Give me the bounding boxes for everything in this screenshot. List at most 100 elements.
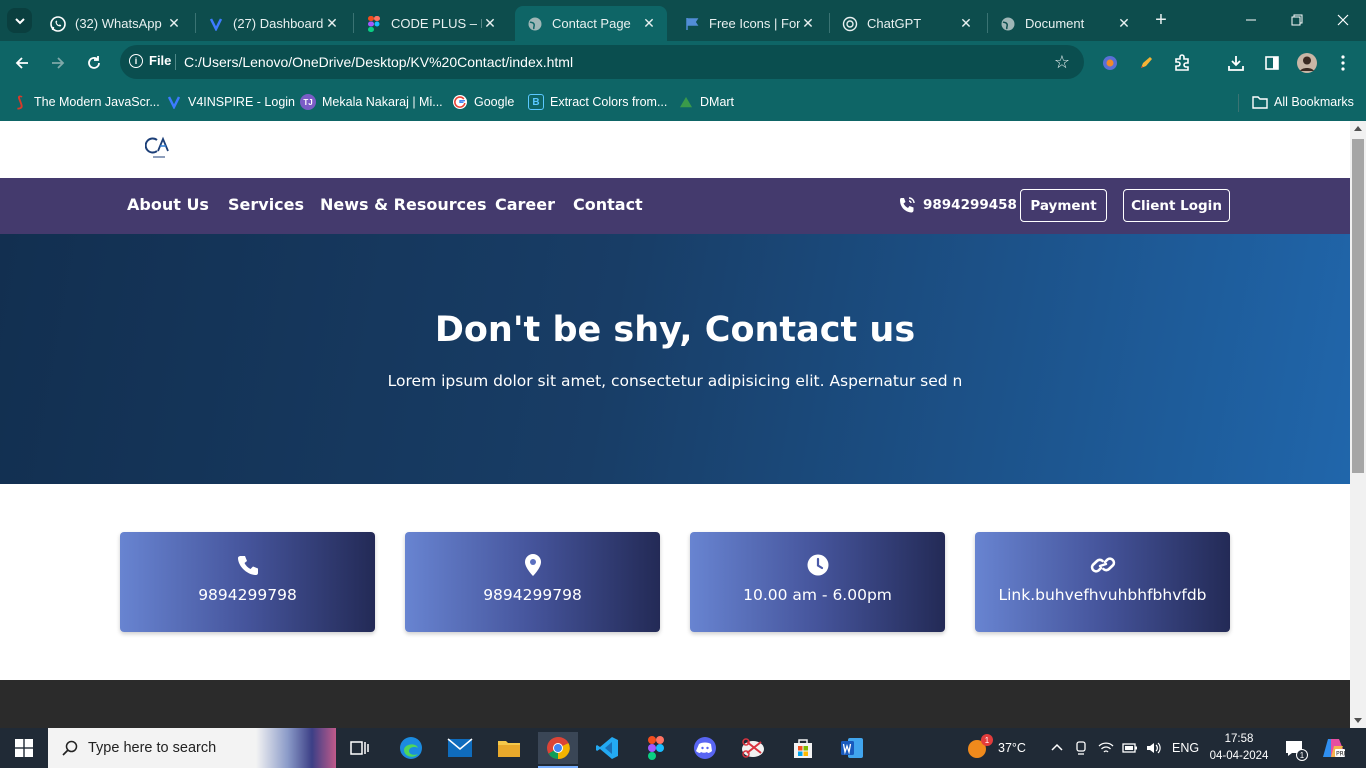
nav-link-services[interactable]: Services	[228, 195, 304, 214]
profile-icon: TJ	[300, 94, 316, 110]
profile-button[interactable]	[1295, 51, 1319, 75]
address-bar[interactable]: i File C:/Users/Lenovo/OneDrive/Desktop/…	[120, 45, 1084, 79]
reload-icon	[88, 56, 100, 69]
start-button[interactable]	[0, 728, 48, 768]
minimize-button[interactable]	[1236, 8, 1266, 32]
bookmark-item[interactable]: ⛰ DMart	[678, 92, 734, 112]
menu-button[interactable]	[1331, 51, 1355, 75]
plus-icon: +	[1155, 8, 1167, 31]
ca-india-logo[interactable]	[145, 136, 173, 160]
system-clock[interactable]: 17:58 04-04-2024	[1204, 731, 1274, 765]
extensions-button[interactable]	[1170, 51, 1194, 75]
clock-icon	[807, 554, 828, 576]
close-window-button[interactable]	[1328, 8, 1358, 32]
tab-chatgpt[interactable]: ChatGPT ✕	[830, 6, 984, 41]
back-button[interactable]	[10, 51, 34, 75]
tab-free-icons[interactable]: Free Icons | Font ✕	[672, 6, 826, 41]
close-icon[interactable]: ✕	[482, 15, 498, 32]
restore-button[interactable]	[1282, 8, 1312, 32]
tab-figma[interactable]: CODE PLUS – Fig ✕	[354, 6, 508, 41]
pen-extension-button[interactable]	[1134, 51, 1158, 75]
contact-card-text: Link.buhvefhvuhbhfbhvfdb	[998, 586, 1207, 604]
nav-link-career[interactable]: Career	[495, 195, 555, 214]
nav-link-about-us[interactable]: About Us	[127, 195, 209, 214]
tab-whatsapp[interactable]: (32) WhatsApp ✕	[38, 6, 192, 41]
chevron-up-icon[interactable]	[1050, 741, 1064, 755]
close-icon[interactable]: ✕	[800, 15, 816, 32]
link-icon	[1090, 557, 1115, 573]
figma-icon	[648, 736, 664, 760]
site-info-button[interactable]: i File	[129, 53, 171, 68]
camera-icon[interactable]	[1074, 741, 1088, 755]
scroll-up-arrow-icon[interactable]	[1354, 126, 1362, 131]
taskbar-word[interactable]	[832, 732, 872, 764]
taskbar-search-box[interactable]: Type here to search	[48, 728, 336, 768]
task-view-button[interactable]	[340, 732, 380, 764]
contact-card-text: 10.00 am - 6.00pm	[743, 586, 892, 604]
client-login-button[interactable]: Client Login	[1123, 189, 1230, 222]
taskbar-vscode[interactable]	[587, 732, 627, 764]
url-text[interactable]: C:/Users/Lenovo/OneDrive/Desktop/KV%20Co…	[184, 54, 573, 70]
tab-search-button[interactable]	[7, 8, 32, 33]
volume-icon[interactable]	[1146, 741, 1162, 755]
taskbar-file-explorer[interactable]	[489, 732, 529, 764]
bookmark-item[interactable]: V4INSPIRE - Login	[166, 92, 295, 112]
nav-phone-number: 9894299458	[923, 197, 1017, 213]
nav-phone[interactable]: 9894299458	[898, 196, 1017, 214]
new-tab-button[interactable]: +	[1150, 9, 1172, 31]
copilot-button[interactable]: PRE	[1321, 728, 1345, 768]
tab-document[interactable]: Document ✕	[988, 6, 1142, 41]
phone-volume-icon	[900, 197, 915, 213]
download-icon	[1228, 56, 1244, 71]
bookmark-label: Extract Colors from...	[550, 95, 668, 109]
google-icon	[452, 94, 468, 110]
page-scrollbar[interactable]	[1350, 121, 1366, 728]
close-icon[interactable]: ✕	[166, 15, 182, 32]
close-icon[interactable]: ✕	[641, 15, 657, 32]
all-bookmarks-button[interactable]: All Bookmarks	[1252, 92, 1354, 112]
bookmarks-bar: ⟆ The Modern JavaScr... V4INSPIRE - Logi…	[0, 84, 1366, 121]
taskbar-edge[interactable]	[391, 732, 431, 764]
nav-link-contact[interactable]: Contact	[573, 195, 643, 214]
notification-count: 1	[1296, 749, 1308, 761]
notification-center-button[interactable]: 1	[1284, 728, 1308, 768]
taskbar-microsoft-store[interactable]	[783, 732, 823, 764]
language-indicator[interactable]: ENG	[1172, 741, 1199, 755]
contact-card-hours[interactable]: 10.00 am - 6.00pm	[690, 532, 945, 632]
main-navbar: About Us Services News & Resources Caree…	[0, 178, 1350, 234]
contact-card-location[interactable]: 9894299798	[405, 532, 660, 632]
extension-button[interactable]	[1098, 51, 1122, 75]
taskbar-mail[interactable]	[440, 732, 480, 764]
forward-button[interactable]	[46, 51, 70, 75]
bookmark-star-icon[interactable]: ☆	[1054, 52, 1070, 73]
tab-contact-page[interactable]: Contact Page ✕	[515, 6, 667, 41]
payment-button[interactable]: Payment	[1020, 189, 1107, 222]
tab-dashboard[interactable]: (27) Dashboard ✕	[196, 6, 350, 41]
taskbar-chrome[interactable]	[538, 732, 578, 768]
weather-widget[interactable]: 1 37°C	[966, 728, 1026, 768]
close-icon[interactable]: ✕	[1116, 15, 1132, 32]
contact-card-link[interactable]: Link.buhvefhvuhbhfbhvfdb	[975, 532, 1230, 632]
downloads-button[interactable]	[1224, 51, 1248, 75]
wifi-icon[interactable]	[1098, 741, 1114, 755]
bookmark-item[interactable]: Google	[452, 92, 514, 112]
folder-icon	[498, 741, 520, 757]
reload-button[interactable]	[82, 51, 106, 75]
close-icon[interactable]: ✕	[324, 15, 340, 32]
taskbar-figma[interactable]	[636, 732, 676, 764]
battery-icon[interactable]	[1122, 741, 1138, 755]
nav-link-news-resources[interactable]: News & Resources	[320, 195, 486, 214]
taskbar-discord[interactable]	[685, 732, 725, 764]
contact-card-phone[interactable]: 9894299798	[120, 532, 375, 632]
bookmark-item[interactable]: ⟆ The Modern JavaScr...	[12, 92, 160, 112]
bookmark-item[interactable]: B Extract Colors from...	[528, 92, 667, 112]
globe-icon	[527, 16, 543, 32]
taskbar-snipping-tool[interactable]	[734, 732, 774, 764]
bookmark-item[interactable]: TJ Mekala Nakaraj | Mi...	[300, 92, 443, 112]
close-icon[interactable]: ✕	[958, 15, 974, 32]
scrollbar-thumb[interactable]	[1352, 139, 1364, 473]
puzzle-icon	[1175, 54, 1189, 71]
scroll-down-arrow-icon[interactable]	[1354, 718, 1362, 723]
side-panel-button[interactable]	[1260, 51, 1284, 75]
bookmark-label: The Modern JavaScr...	[34, 95, 160, 109]
